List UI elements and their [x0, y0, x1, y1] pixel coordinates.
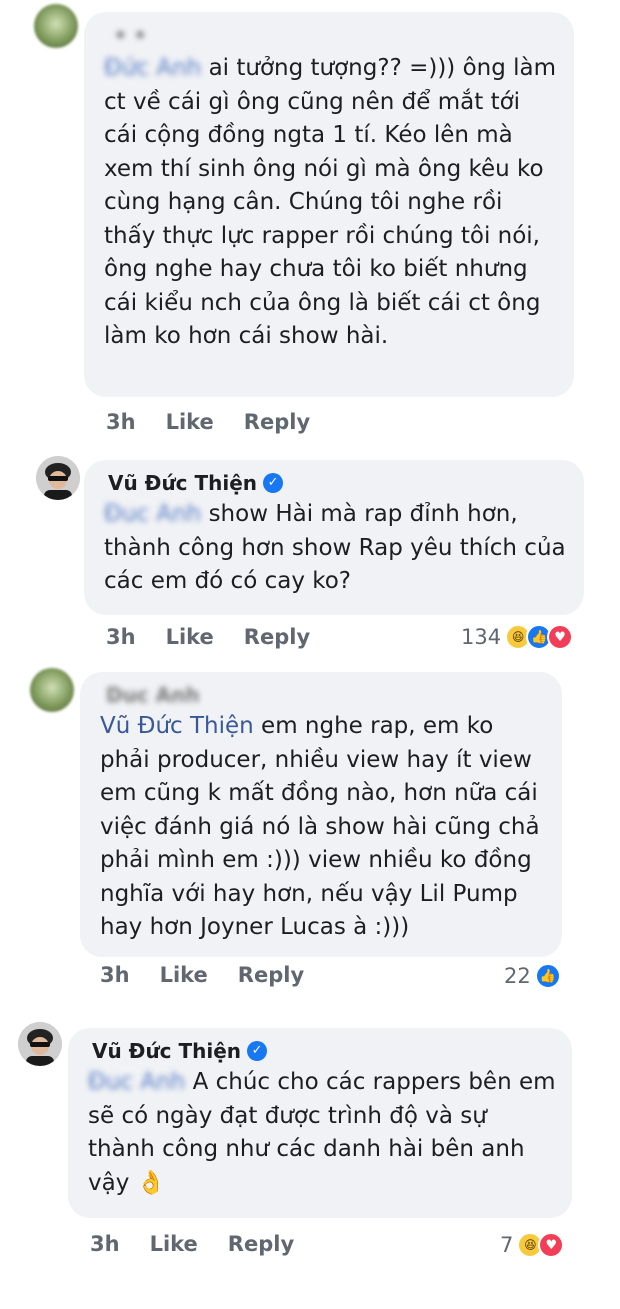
mention-link[interactable]: Đức Anh: [104, 55, 201, 81]
avatar[interactable]: [34, 4, 78, 48]
comment-text: Đuc Anh show Hài mà rap đỉnh hơn, thành …: [104, 501, 566, 594]
comment-time: 3h: [90, 1232, 120, 1256]
comment-actions: 3h Like Reply: [106, 625, 310, 649]
like-button[interactable]: Like: [150, 1232, 198, 1256]
reply-button[interactable]: Reply: [228, 1232, 294, 1256]
comment-bubble: Vũ Đức Thiện ✓ Đuc Anh A chúc cho các ra…: [68, 1028, 572, 1218]
comment-author[interactable]: Duc Anh: [106, 682, 546, 708]
comment-bubble: • • Đức Anh ai tưởng tượng?? =))) ông là…: [84, 12, 574, 397]
love-reaction-icon: ♥: [547, 624, 574, 650]
like-button[interactable]: Like: [166, 410, 214, 434]
comment-time: 3h: [100, 963, 130, 987]
like-button[interactable]: Like: [166, 625, 214, 649]
check-badge-icon: ✓: [263, 473, 284, 493]
comment-bubble: Duc Anh Vũ Đức Thiện em nghe rap, em ko …: [80, 672, 562, 957]
mention-link[interactable]: Vũ Đức Thiện: [100, 713, 254, 739]
like-button[interactable]: Like: [160, 963, 208, 987]
reply-button[interactable]: Reply: [238, 963, 304, 987]
comment-actions: 3h Like Reply: [106, 410, 310, 434]
avatar[interactable]: [30, 668, 74, 712]
mention-link[interactable]: Đuc Anh: [88, 1069, 185, 1095]
reaction-count: 7: [500, 1233, 514, 1257]
comment-author[interactable]: Vũ Đức Thiện ✓: [108, 470, 568, 496]
reply-button[interactable]: Reply: [244, 625, 310, 649]
comment-time: 3h: [106, 625, 136, 649]
comment-actions: 3h Like Reply: [90, 1232, 294, 1256]
avatar-image: [18, 1022, 62, 1066]
comment-author[interactable]: • •: [114, 22, 147, 48]
comment-text: Đuc Anh A chúc cho các rappers bên em sẽ…: [88, 1069, 556, 1196]
reaction-summary[interactable]: 7 😆 ♥: [500, 1232, 565, 1258]
avatar-image: [36, 456, 80, 500]
avatar[interactable]: [36, 456, 80, 500]
comment-author[interactable]: Vũ Đức Thiện ✓: [92, 1038, 556, 1064]
comment-text: Đức Anh ai tưởng tượng?? =))) ông làm ct…: [104, 55, 557, 349]
comment-actions: 3h Like Reply: [100, 963, 304, 987]
reaction-count: 22: [504, 964, 531, 988]
reply-button[interactable]: Reply: [244, 410, 310, 434]
avatar[interactable]: [18, 1022, 62, 1066]
like-reaction-icon: 👍: [534, 963, 561, 989]
love-reaction-icon: ♥: [538, 1232, 565, 1258]
comment-bubble: Vũ Đức Thiện ✓ Đuc Anh show Hài mà rap đ…: [84, 460, 584, 615]
reaction-count: 134: [461, 625, 502, 649]
comment-text: Vũ Đức Thiện em nghe rap, em ko phải pro…: [100, 713, 540, 940]
check-badge-icon: ✓: [247, 1041, 268, 1061]
mention-link[interactable]: Đuc Anh: [104, 501, 201, 527]
comment-time: 3h: [106, 410, 136, 434]
reaction-summary[interactable]: 134 😆 👍 ♥: [461, 624, 574, 650]
reaction-summary[interactable]: 22 👍: [504, 963, 561, 989]
